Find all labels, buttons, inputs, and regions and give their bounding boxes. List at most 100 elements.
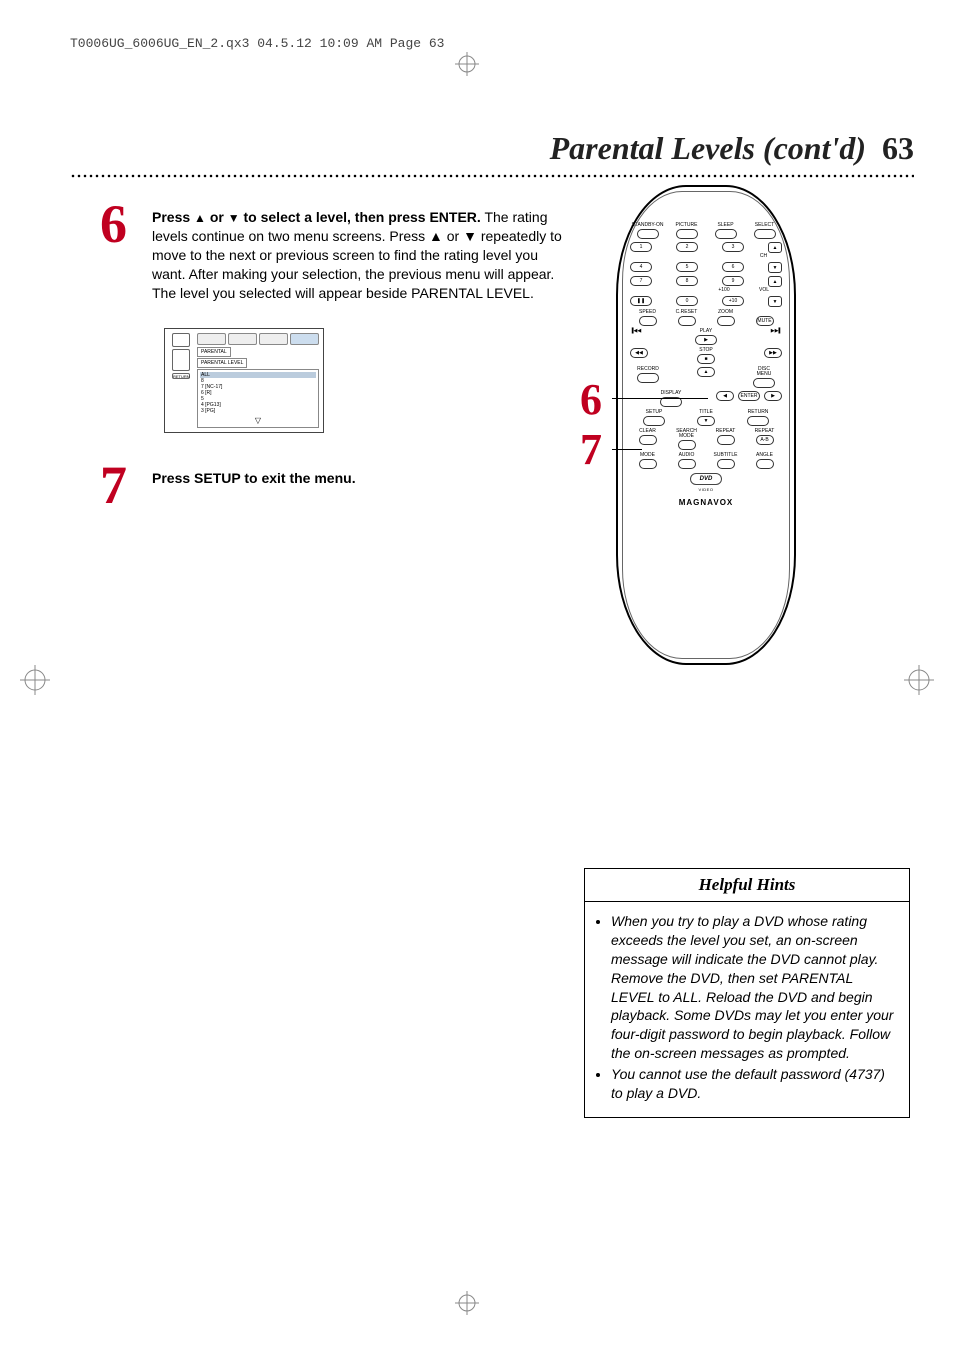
btn-0: 0 bbox=[676, 296, 698, 306]
crop-mark-left bbox=[20, 665, 50, 695]
lbl-picture: PICTURE bbox=[676, 223, 698, 228]
btn-play: ▶ bbox=[695, 335, 717, 345]
step7-body-text: Press SETUP to exit the menu. bbox=[152, 470, 356, 486]
btn-subtitle bbox=[717, 459, 735, 469]
btn-clear bbox=[639, 435, 657, 445]
btn-speed bbox=[639, 316, 657, 326]
lbl-vol: VOL bbox=[746, 288, 782, 293]
btn-ff: ▶▶ bbox=[764, 348, 782, 358]
lbl-search: SEARCH MODE bbox=[669, 429, 704, 439]
btn-sleep bbox=[715, 229, 737, 239]
lbl-play: PLAY bbox=[700, 329, 712, 334]
btn-1: 1 bbox=[630, 242, 652, 252]
osd-menu-panel: PARENTAL PARENTAL LEVEL ALL 8 7 [NC-17] … bbox=[197, 333, 319, 428]
btn-enter: ENTER bbox=[738, 391, 760, 401]
remote-num-row1: 1 2 3 ▲ bbox=[630, 242, 782, 253]
lbl-disc-menu: DISC MENU bbox=[757, 367, 772, 377]
crop-mark-bottom bbox=[455, 1291, 479, 1315]
btn-down: ▼ bbox=[697, 416, 715, 426]
btn-audio bbox=[678, 459, 696, 469]
lbl-record: RECORD bbox=[637, 367, 659, 372]
remote-ch-label: CH bbox=[630, 254, 782, 259]
lbl-repeat2: REPEAT bbox=[755, 429, 775, 434]
remote-diagram: STANDBY-ON PICTURE SLEEP SELECT 1 2 3 ▲ … bbox=[616, 185, 796, 665]
hint-2: You cannot use the default password (473… bbox=[611, 1065, 897, 1103]
step-6: 6 Press ▲ or ▼ to select a level, then p… bbox=[100, 200, 570, 302]
remote-speed-row: SPEED C.RESET ZOOM MUTE bbox=[630, 310, 782, 326]
btn-return bbox=[747, 416, 769, 426]
lbl-sleep: SLEEP bbox=[717, 223, 733, 228]
osd-tv-icon bbox=[172, 333, 190, 347]
btn-right: ▶ bbox=[764, 391, 782, 401]
btn-search bbox=[678, 440, 696, 450]
lbl-return: RETURN bbox=[748, 410, 769, 415]
btn-left: ◀ bbox=[716, 391, 734, 401]
btn-creset bbox=[678, 316, 696, 326]
page-title-text: Parental Levels (cont'd) bbox=[550, 130, 866, 166]
callout-6-line bbox=[612, 398, 708, 399]
remote-num-row2: 4 5 6 ▼ bbox=[630, 262, 782, 273]
lbl-select: SELECT bbox=[755, 223, 774, 228]
osd-crumb-2: PARENTAL LEVEL bbox=[197, 358, 247, 368]
lbl-display: DISPLAY bbox=[661, 391, 682, 396]
lbl-speed: SPEED bbox=[639, 310, 656, 315]
lbl-zoom: ZOOM bbox=[718, 310, 733, 315]
down-triangle-icon: ▼ bbox=[228, 211, 240, 225]
btn-ab: A-B bbox=[756, 435, 774, 445]
remote-num-row3: 7 8 9 ▲ bbox=[630, 276, 782, 287]
btn-vol-up: ▲ bbox=[768, 276, 782, 287]
btn-record bbox=[637, 373, 659, 383]
btn-picture bbox=[676, 229, 698, 239]
lbl-setup: SETUP bbox=[646, 410, 663, 415]
dotted-rule bbox=[70, 173, 914, 179]
up-triangle-icon: ▲ bbox=[194, 211, 206, 225]
btn-disc-menu bbox=[753, 378, 775, 388]
osd-list: ALL 8 7 [NC-17] 6 [R] 5 4 [PG13] 3 [PG] … bbox=[197, 369, 319, 428]
lbl-mode: MODE bbox=[640, 453, 655, 458]
btn-rew: ◀◀ bbox=[630, 348, 648, 358]
step-7: 7 Press SETUP to exit the menu. bbox=[100, 461, 570, 510]
step-number-7: 7 bbox=[100, 461, 138, 510]
remote-record-row: RECORD ▲ DISC MENU bbox=[630, 367, 782, 388]
callout-7-line bbox=[612, 449, 642, 450]
btn-setup bbox=[643, 416, 665, 426]
lbl-standby: STANDBY-ON bbox=[632, 223, 664, 228]
osd-crumb-1: PARENTAL bbox=[197, 347, 231, 357]
lbl-title: TITLE bbox=[699, 410, 713, 415]
osd-screenshot: RETURN PARENTAL PARENTAL LEVEL ALL 8 7 [… bbox=[164, 328, 324, 433]
callout-7: 7 bbox=[580, 424, 602, 475]
btn-plus10: +10 bbox=[722, 296, 744, 306]
remote-transport-row1: ▐◀◀ PLAY▶ ▶▶▌ bbox=[630, 329, 782, 345]
btn-mute: MUTE bbox=[756, 316, 774, 326]
btn-3: 3 bbox=[722, 242, 744, 252]
remote-top-row: STANDBY-ON PICTURE SLEEP SELECT bbox=[630, 223, 782, 239]
btn-ch-down: ▼ bbox=[768, 262, 782, 273]
btn-7: 7 bbox=[630, 276, 652, 286]
btn-standby bbox=[637, 229, 659, 239]
btn-9: 9 bbox=[722, 276, 744, 286]
step6-lead-b: or bbox=[206, 209, 228, 225]
helpful-hints-box: Helpful Hints When you try to play a DVD… bbox=[584, 868, 910, 1118]
crop-mark-right bbox=[904, 665, 934, 695]
lbl-repeat: REPEAT bbox=[716, 429, 736, 434]
lbl-plus100: +100 bbox=[706, 288, 742, 293]
lbl-ch: CH bbox=[745, 254, 782, 259]
lbl-subtitle: SUBTITLE bbox=[714, 453, 738, 458]
btn-angle bbox=[756, 459, 774, 469]
osd-tabs bbox=[197, 333, 319, 345]
btn-6: 6 bbox=[722, 262, 744, 272]
step6-lead-c: to select a level, then press ENTER. bbox=[240, 209, 481, 225]
btn-vol-down: ▼ bbox=[768, 296, 782, 307]
btn-ch-up: ▲ bbox=[768, 242, 782, 253]
btn-4: 4 bbox=[630, 262, 652, 272]
step-6-body: Press ▲ or ▼ to select a level, then pre… bbox=[152, 200, 570, 302]
remote-mode-row: MODE AUDIO SUBTITLE ANGLE bbox=[630, 453, 782, 469]
btn-repeat bbox=[717, 435, 735, 445]
remote-clear-row: CLEAR SEARCH MODE REPEAT REPEATA-B bbox=[630, 429, 782, 450]
crop-mark-top bbox=[455, 52, 479, 76]
remote-vol-label: +100 VOL bbox=[630, 288, 782, 293]
btn-select bbox=[754, 229, 776, 239]
remote-nav-mid-row: DISPLAY ◀ ENTER ▶ bbox=[630, 391, 782, 407]
btn-2: 2 bbox=[676, 242, 698, 252]
dvd-logo: DVD bbox=[690, 473, 722, 485]
